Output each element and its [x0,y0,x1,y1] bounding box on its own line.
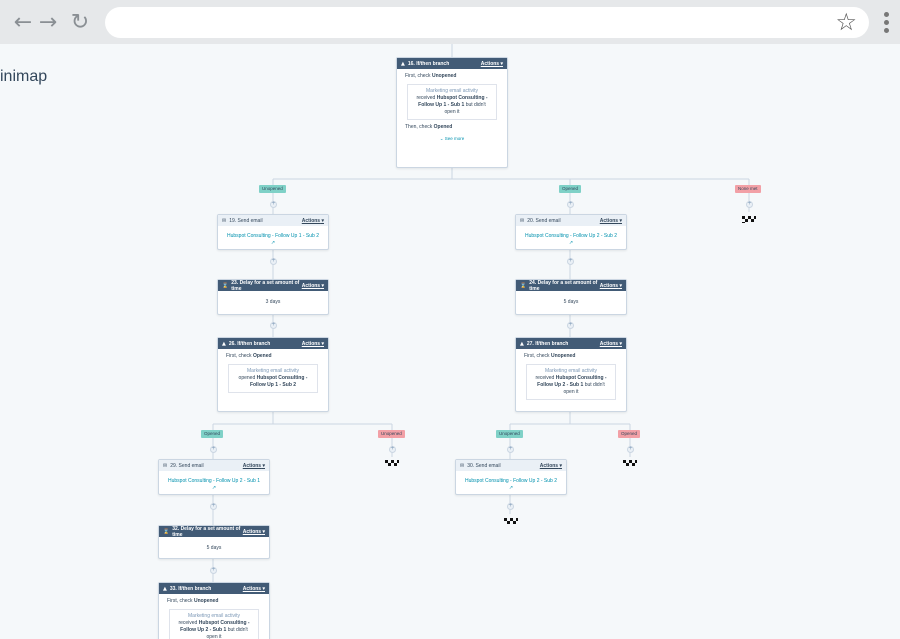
browser-toolbar: ← → ↻ ☆ [0,0,900,44]
node-24-delay[interactable]: ⌛ 24. Delay for a set amount of time Act… [515,279,627,315]
back-arrow-icon[interactable]: ← [12,12,34,34]
email-icon: ✉ [520,217,525,224]
node-26-condition: Marketing email activity opened Hubspot … [228,364,318,393]
node-16-branch[interactable]: ▲ 16. If/then branch Actions ▾ First, ch… [396,57,508,168]
branch-icon: ▲ [520,340,524,347]
forward-arrow-icon[interactable]: → [37,12,59,34]
add-action-button[interactable]: + [389,446,396,453]
node-20-email-link[interactable]: Hubspot Consulting - Follow Up 2 - Sub 2… [516,226,626,251]
node-19-actions-button[interactable]: Actions ▾ [302,218,324,224]
add-action-button[interactable]: + [627,446,634,453]
node-19-email-link[interactable]: Hubspot Consulting - Follow Up 1 - Sub 2… [218,226,328,251]
star-icon[interactable]: ☆ [835,10,857,34]
end-flag-icon [742,216,756,223]
node-19-send-email[interactable]: ✉ 19. Send email Actions ▾ Hubspot Consu… [217,214,329,250]
node-24-header: ⌛ 24. Delay for a set amount of time Act… [516,280,626,292]
node-23-actions-button[interactable]: Actions ▾ [302,283,324,289]
node-20-actions-button[interactable]: Actions ▾ [600,218,622,224]
add-action-button[interactable]: + [507,446,514,453]
branch-tag-unopened: Unopened [259,185,286,193]
branch-icon: ▲ [222,340,226,347]
branch-tag-unopened: Unopened [496,430,523,438]
node-26-header: ▲ 26. If/then branch Actions ▾ [218,338,328,349]
node-16-header: ▲ 16. If/then branch Actions ▾ [397,58,507,69]
add-action-button[interactable]: + [507,503,514,510]
node-33-branch[interactable]: ▲ 33. If/then branch Actions ▾ First, ch… [158,582,270,639]
node-30-send-email[interactable]: ✉ 30. Send email Actions ▾ Hubspot Consu… [455,459,567,495]
hourglass-icon: ⌛ [520,282,527,289]
node-16-actions-button[interactable]: Actions ▾ [481,61,503,67]
node-32-header: ⌛ 32. Delay for a set amount of time Act… [159,526,269,538]
see-more-link[interactable]: ⌄ See more [405,135,499,142]
node-32-delay-value: 5 days [206,545,222,551]
branch-tag-opened: Opened [201,430,224,438]
node-33-condition: Marketing email activity received Hubspo… [169,609,259,639]
node-27-header: ▲ 27. If/then branch Actions ▾ [516,338,626,349]
branch-icon: ▲ [163,585,167,592]
add-action-button[interactable]: + [567,258,574,265]
node-23-delay-value: 3 days [265,299,281,305]
node-23-delay[interactable]: ⌛ 23. Delay for a set amount of time Act… [217,279,329,315]
external-link-icon: ↗ [568,240,574,246]
node-29-actions-button[interactable]: Actions ▾ [243,463,265,469]
add-action-button[interactable]: + [270,322,277,329]
node-27-actions-button[interactable]: Actions ▾ [600,341,622,347]
node-26-branch[interactable]: ▲ 26. If/then branch Actions ▾ First, ch… [217,337,329,412]
workflow-canvas: ▲ 16. If/then branch Actions ▾ First, ch… [0,44,900,639]
add-action-button[interactable]: + [270,201,277,208]
add-action-button[interactable]: + [567,322,574,329]
node-30-email-link[interactable]: Hubspot Consulting - Follow Up 2 - Sub 2… [456,471,566,496]
node-30-header: ✉ 30. Send email Actions ▾ [456,460,566,471]
node-16-title: 16. If/then branch [407,60,450,67]
node-33-first-check: First, check Unopened [167,598,219,604]
node-20-send-email[interactable]: ✉ 20. Send email Actions ▾ Hubspot Consu… [515,214,627,250]
reload-icon[interactable]: ↻ [69,12,91,34]
node-32-delay[interactable]: ⌛ 32. Delay for a set amount of time Act… [158,525,270,559]
hourglass-icon: ⌛ [163,528,170,535]
address-bar[interactable]: ☆ [105,7,869,38]
node-26-actions-button[interactable]: Actions ▾ [302,341,324,347]
add-action-button[interactable]: + [746,201,753,208]
kebab-menu-icon[interactable] [884,12,890,34]
node-29-email-link[interactable]: Hubspot Consulting - Follow Up 2 - Sub 1… [159,471,269,496]
end-flag-icon [385,460,399,467]
end-flag-icon [623,460,637,467]
add-action-button[interactable]: + [210,446,217,453]
branch-tag-opened: Opened [618,430,641,438]
email-icon: ✉ [460,462,465,469]
node-19-header: ✉ 19. Send email Actions ▾ [218,215,328,226]
node-16-first-check: First, check Unopened [405,73,457,79]
node-32-actions-button[interactable]: Actions ▾ [243,529,265,535]
node-16-then-check: Then, check Opened [405,124,453,130]
node-29-header: ✉ 29. Send email Actions ▾ [159,460,269,471]
node-26-first-check: First, check Opened [226,353,272,359]
branch-tag-unopened: Unopened [378,430,405,438]
node-23-header: ⌛ 23. Delay for a set amount of time Act… [218,280,328,292]
hourglass-icon: ⌛ [222,282,229,289]
email-icon: ✉ [163,462,168,469]
node-20-header: ✉ 20. Send email Actions ▾ [516,215,626,226]
email-icon: ✉ [222,217,227,224]
add-action-button[interactable]: + [270,258,277,265]
add-action-button[interactable]: + [210,503,217,510]
node-33-actions-button[interactable]: Actions ▾ [243,586,265,592]
branch-tag-none-met: None met [735,185,761,193]
node-30-actions-button[interactable]: Actions ▾ [540,463,562,469]
node-27-branch[interactable]: ▲ 27. If/then branch Actions ▾ First, ch… [515,337,627,412]
add-action-button[interactable]: + [567,201,574,208]
node-27-condition: Marketing email activity received Hubspo… [526,364,616,400]
node-27-first-check: First, check Unopened [524,353,576,359]
node-24-actions-button[interactable]: Actions ▾ [600,283,622,289]
node-16-condition: Marketing email activity received Hubspo… [407,84,497,120]
node-33-header: ▲ 33. If/then branch Actions ▾ [159,583,269,594]
node-24-delay-value: 5 days [563,299,579,305]
external-link-icon: ↗ [270,240,276,246]
end-flag-icon [504,518,518,525]
branch-tag-opened: Opened [559,185,582,193]
branch-icon: ▲ [401,60,405,67]
external-link-icon: ↗ [211,485,217,491]
node-29-send-email[interactable]: ✉ 29. Send email Actions ▾ Hubspot Consu… [158,459,270,495]
add-action-button[interactable]: + [210,567,217,574]
external-link-icon: ↗ [508,485,514,491]
